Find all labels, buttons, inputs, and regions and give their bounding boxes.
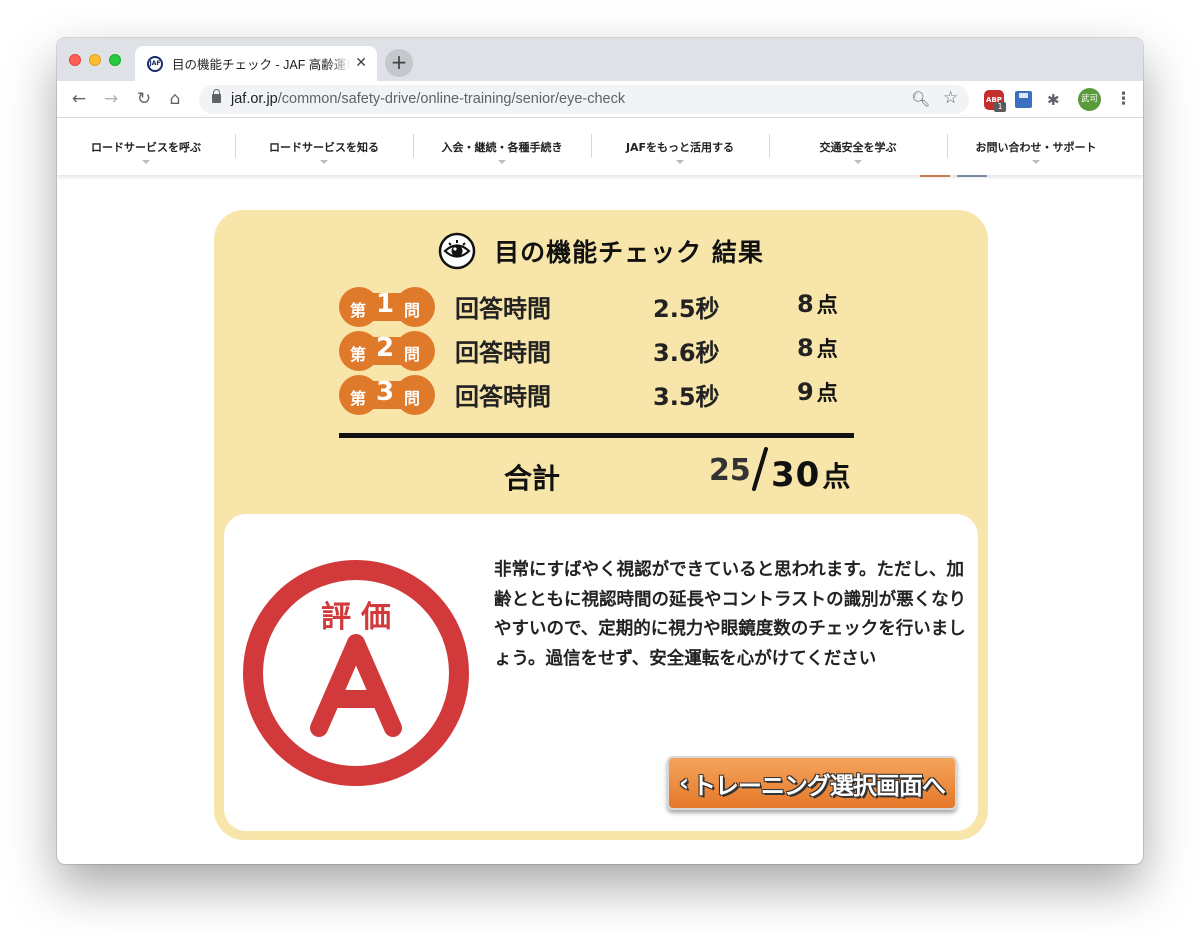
nav-item-call-road-service[interactable]: ロードサービスを呼ぶ [57, 118, 235, 175]
badge-suffix: 問 [404, 389, 421, 408]
result-card: 目の機能チェック 結果 第 1 問 回答時間 2.5秒 8点 第 2 問 回答時… [214, 210, 988, 840]
favicon-text: JAF [149, 60, 161, 67]
url-host: jaf.or.jp [231, 91, 278, 107]
nav-item-label: 入会・継続・各種手続き [441, 141, 563, 154]
question-number: 2 [376, 333, 395, 363]
save-extension-icon[interactable] [1015, 91, 1032, 108]
chevron-down-icon [676, 160, 684, 164]
badge-prefix: 第 [350, 389, 367, 408]
browser-tab[interactable]: JAF 目の機能チェック - JAF 高齢運転 ✕ [135, 46, 377, 81]
chevron-down-icon [854, 160, 862, 164]
zoom-icon[interactable]: 🔍︎ [911, 90, 930, 108]
address-bar[interactable]: jaf.or.jp/common/safety-drive/online-tra… [199, 85, 969, 114]
lock-icon [212, 89, 221, 103]
chevron-down-icon [498, 160, 506, 164]
chevron-down-icon [1032, 160, 1040, 164]
browser-menu-icon[interactable]: ⋮ [1115, 89, 1132, 109]
nav-item-label: ロードサービスを呼ぶ [91, 141, 201, 154]
extensions-puzzle-icon[interactable]: ✱ [1047, 90, 1067, 110]
question-label: 回答時間 [455, 339, 551, 367]
close-window-button[interactable] [69, 54, 81, 66]
point-unit: 点 [816, 381, 838, 405]
result-title: 目の機能チェック 結果 [494, 238, 764, 267]
result-header: 目の機能チェック 結果 [214, 232, 988, 270]
minimize-window-button[interactable] [89, 54, 101, 66]
url-path: /common/safety-drive/online-training/sen… [277, 91, 626, 107]
nav-item-support[interactable]: お問い合わせ・サポート [947, 118, 1125, 175]
back-arrow-icon[interactable]: ← [69, 89, 89, 109]
jaf-favicon-icon: JAF [147, 55, 163, 72]
question-number: 3 [376, 377, 395, 407]
point-unit: 点 [816, 293, 838, 317]
point-unit: 点 [822, 460, 852, 493]
question-score: 8点 [797, 333, 838, 363]
browser-window: JAF 目の機能チェック - JAF 高齢運転 ✕ + ← → ↻ ⌂ jaf.… [57, 38, 1143, 864]
chevron-left-icon: ‹ [679, 769, 689, 797]
site-navigation: ロードサービスを呼ぶ ロードサービスを知る 入会・継続・各種手続き JAFをもっ… [57, 118, 1143, 175]
tab-title: 目の機能チェック - JAF 高齢運転 [172, 58, 350, 72]
total-max: 30点 [771, 455, 851, 495]
question-badge: 第 1 問 [339, 287, 435, 327]
question-score: 9点 [797, 377, 838, 407]
point-unit: 点 [816, 337, 838, 361]
total-score: 25 [709, 453, 751, 488]
question-badge: 第 2 問 [339, 331, 435, 371]
tab-close-icon[interactable]: ✕ [355, 55, 367, 71]
question-time: 3.5秒 [653, 383, 720, 411]
question-number: 1 [376, 289, 395, 319]
nav-indicator [920, 175, 950, 177]
question-row: 第 3 問 回答時間 3.5秒 9点 [339, 372, 859, 416]
browser-toolbar: ← → ↻ ⌂ jaf.or.jp/common/safety-drive/on… [57, 81, 1143, 118]
forward-arrow-icon[interactable]: → [101, 89, 121, 109]
question-row: 第 2 問 回答時間 3.6秒 8点 [339, 328, 859, 372]
reload-icon[interactable]: ↻ [134, 89, 154, 109]
nav-indicator [957, 175, 987, 177]
eye-icon [438, 232, 476, 270]
tab-strip: JAF 目の機能チェック - JAF 高齢運転 ✕ + [57, 38, 1143, 81]
nav-item-membership[interactable]: 入会・継続・各種手続き [413, 118, 591, 175]
bookmark-star-icon[interactable]: ☆ [943, 88, 958, 108]
badge-suffix: 問 [404, 301, 421, 320]
home-icon[interactable]: ⌂ [165, 89, 185, 109]
score-value: 8 [797, 334, 814, 362]
nav-item-label: 交通安全を学ぶ [819, 141, 897, 154]
nav-item-traffic-safety[interactable]: 交通安全を学ぶ [769, 118, 947, 175]
maximize-window-button[interactable] [109, 54, 121, 66]
profile-avatar[interactable]: 武司 [1078, 88, 1101, 111]
question-label: 回答時間 [455, 295, 551, 323]
badge-prefix: 第 [350, 301, 367, 320]
badge-suffix: 問 [404, 345, 421, 364]
chevron-down-icon [320, 160, 328, 164]
new-tab-button[interactable]: + [385, 49, 413, 77]
score-value: 8 [797, 290, 814, 318]
question-badge: 第 3 問 [339, 375, 435, 415]
nav-item-label: ロードサービスを知る [269, 141, 379, 154]
question-label: 回答時間 [455, 383, 551, 411]
total-label: 合計 [504, 462, 561, 495]
total-max-value: 30 [771, 455, 821, 495]
slash-mark [752, 447, 768, 491]
chevron-down-icon [142, 160, 150, 164]
url-text[interactable]: jaf.or.jp/common/safety-drive/online-tra… [231, 91, 625, 107]
grade-label: 評価 [321, 600, 401, 635]
nav-item-use-jaf[interactable]: JAFをもっと活用する [591, 118, 769, 175]
evaluation-panel: 評価 A 非常にすばやく視認ができていると思われます。ただし、加齢とともに視認時… [224, 514, 978, 831]
back-to-training-button[interactable]: ‹ トレーニング選択画面へ [667, 756, 957, 810]
question-time: 3.6秒 [653, 339, 720, 367]
nav-item-label: お問い合わせ・サポート [975, 141, 1097, 154]
nav-item-label: JAFをもっと活用する [625, 141, 735, 154]
question-row: 第 1 問 回答時間 2.5秒 8点 [339, 284, 859, 328]
back-button-label: トレーニング選択画面へ [691, 771, 946, 800]
score-value: 9 [797, 378, 814, 406]
adblock-badge: 1 [994, 102, 1006, 112]
evaluation-message: 非常にすばやく視認ができていると思われます。ただし、加齢とともに視認時間の延長や… [494, 560, 967, 669]
question-score: 8点 [797, 289, 838, 319]
badge-prefix: 第 [350, 345, 367, 364]
total-divider [339, 433, 854, 438]
question-time: 2.5秒 [653, 295, 720, 323]
nav-item-about-road-service[interactable]: ロードサービスを知る [235, 118, 413, 175]
grade-seal: 評価 A [241, 558, 471, 788]
